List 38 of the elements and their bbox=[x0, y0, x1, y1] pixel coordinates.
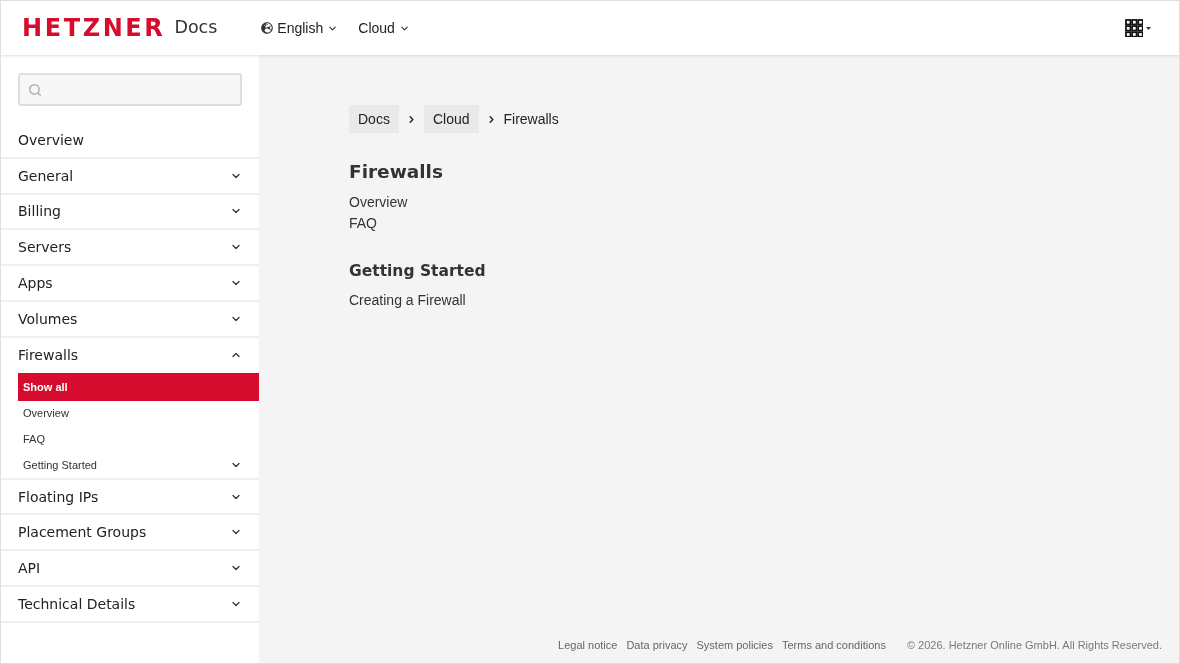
sidebar-group[interactable]: Placement Groups bbox=[1, 515, 259, 550]
footer-link[interactable]: Terms and conditions bbox=[781, 638, 886, 652]
section-heading: Getting Started bbox=[349, 261, 486, 282]
copyright-text: © 2026. Hetzner Online GmbH. All Rights Reserved. bbox=[906, 638, 1162, 652]
sidebar-group[interactable]: Floating IPs bbox=[1, 479, 259, 514]
sidebar-subitem[interactable]: Overview bbox=[18, 400, 259, 427]
sidebar-group[interactable]: Apps bbox=[1, 266, 259, 300]
page-link[interactable]: FAQ bbox=[349, 213, 377, 234]
sidebar-group[interactable]: Servers bbox=[1, 230, 259, 265]
caret-icon bbox=[1146, 26, 1151, 30]
sidebar-subitem[interactable]: Show all bbox=[18, 372, 259, 401]
page-link[interactable]: Overview bbox=[349, 192, 408, 213]
sidebar-subitem[interactable]: FAQ bbox=[18, 426, 259, 452]
sidebar-link[interactable]: Overview bbox=[1, 123, 259, 157]
breadcrumb-link[interactable]: Cloud bbox=[423, 105, 479, 133]
sidebar-group[interactable]: General bbox=[1, 158, 259, 193]
product-name: Docs bbox=[174, 19, 218, 37]
breadcrumb-current: Firewalls bbox=[503, 110, 559, 129]
breadcrumb-link[interactable]: Docs bbox=[349, 105, 399, 133]
globe-icon bbox=[261, 22, 274, 34]
footer-link[interactable]: Data privacy bbox=[626, 638, 688, 652]
search-field[interactable] bbox=[18, 73, 242, 106]
sidebar-subitem[interactable]: Getting Started bbox=[18, 451, 259, 478]
footer-link[interactable]: System policies bbox=[696, 638, 773, 652]
footer-link[interactable]: Legal notice bbox=[558, 638, 618, 652]
sidebar-group[interactable]: Firewalls bbox=[1, 337, 259, 372]
apps-grid-icon bbox=[1125, 19, 1143, 37]
menu-button[interactable]: English bbox=[261, 20, 339, 36]
apps-menu-button[interactable] bbox=[1125, 19, 1151, 37]
search-icon bbox=[28, 82, 42, 97]
sidebar-group[interactable]: API bbox=[1, 551, 259, 586]
sidebar-group[interactable]: Technical Details bbox=[1, 587, 259, 621]
page-title: Firewalls bbox=[349, 160, 443, 184]
sidebar-group[interactable]: Volumes bbox=[1, 302, 259, 336]
page-link[interactable]: Creating a Firewall bbox=[349, 290, 466, 311]
menu-button[interactable]: Cloud bbox=[358, 20, 410, 36]
logo[interactable]: HETZNER bbox=[22, 16, 166, 40]
sidebar-group[interactable]: Billing bbox=[1, 194, 259, 229]
